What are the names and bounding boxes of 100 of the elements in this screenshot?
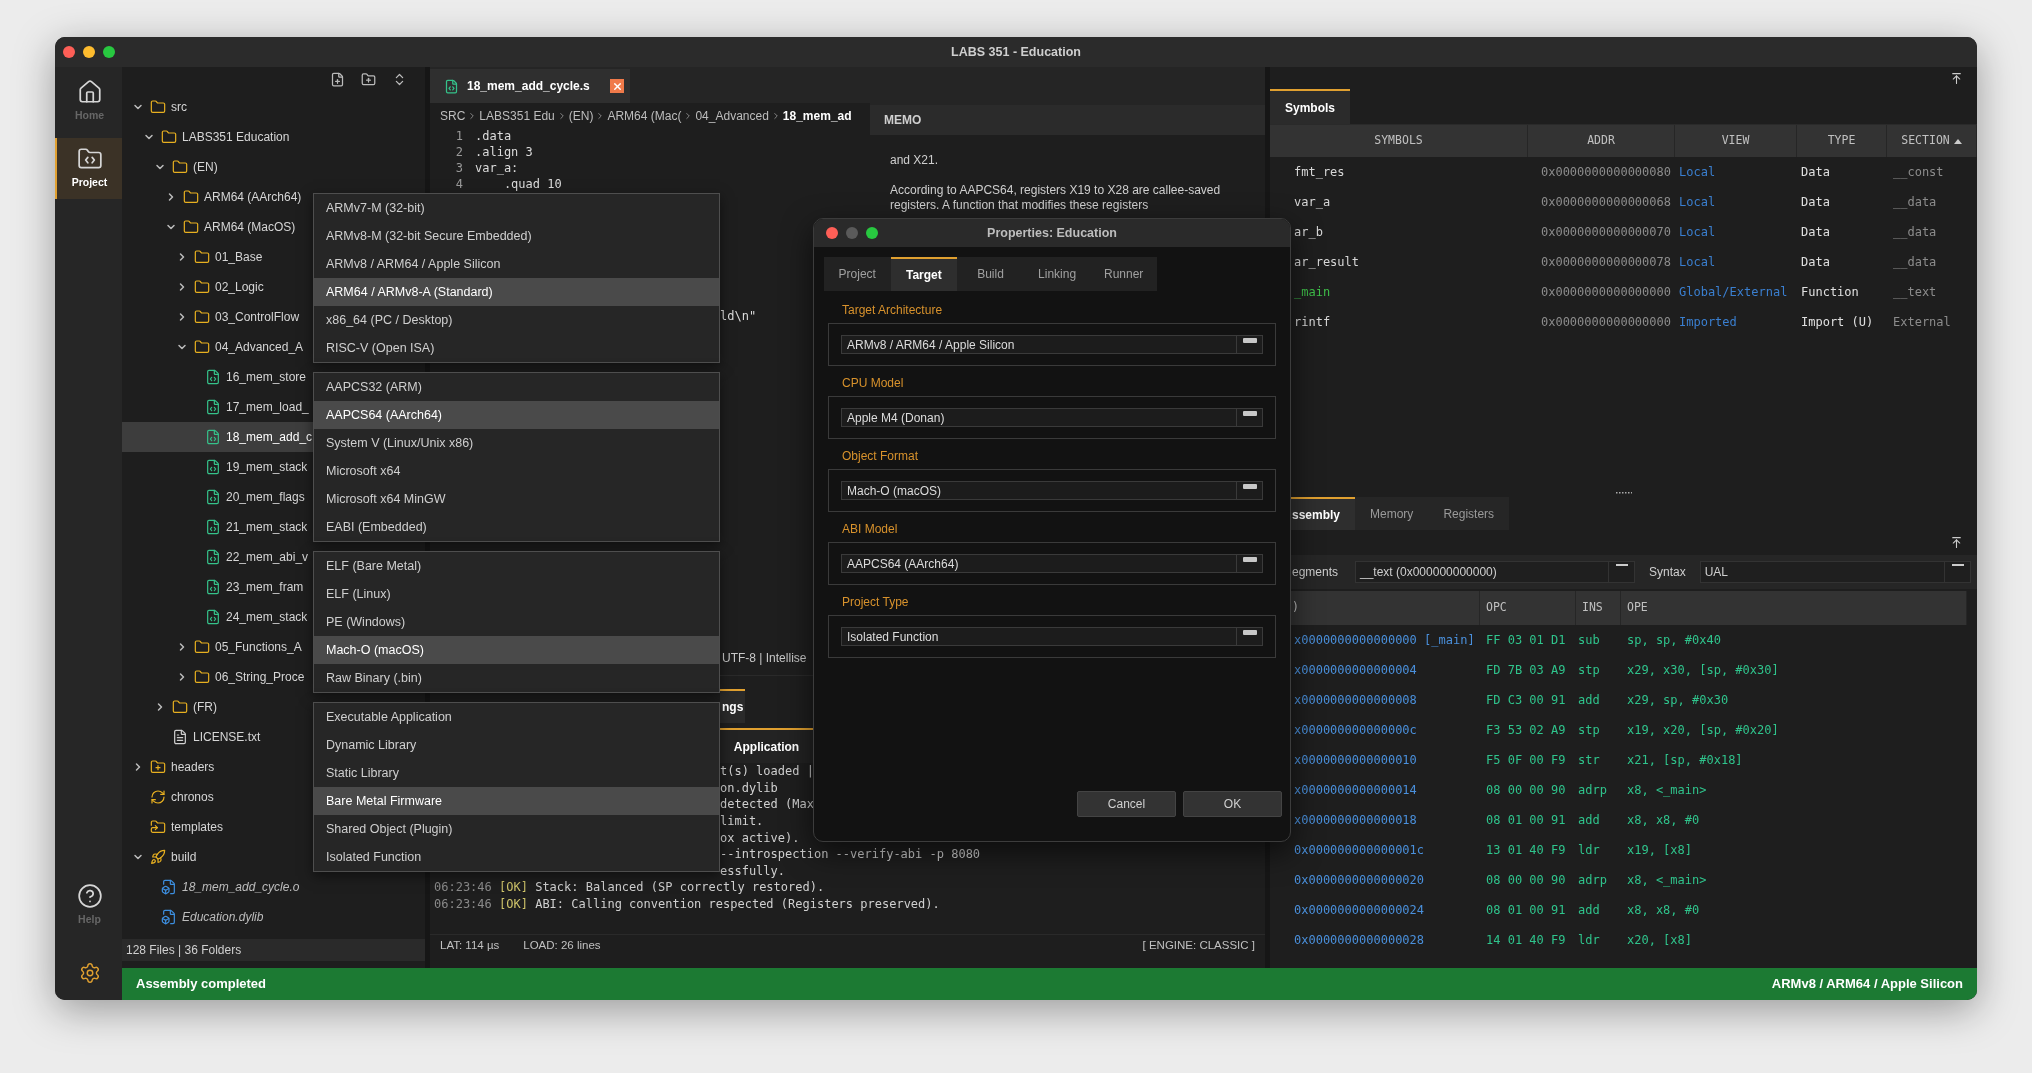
dropdown-handle-icon <box>1615 564 1628 566</box>
dialog-tab[interactable]: Build <box>957 257 1024 291</box>
code-file-icon <box>205 429 221 445</box>
menu-item[interactable]: EABI (Embedded) <box>314 513 719 541</box>
table-cell-text: 08 00 00 90 <box>1485 872 1567 889</box>
menu-item[interactable]: x86_64 (PC / Desktop) <box>314 306 719 334</box>
table-cell-text: x19, [x8] <box>1626 842 1694 859</box>
dialog-button[interactable]: OK <box>1183 791 1282 817</box>
column-header[interactable]: OPE <box>1621 591 1967 625</box>
menu-item[interactable]: Bare Metal Firmware <box>314 787 719 815</box>
menu-item[interactable]: ARM64 / ARMv8-A (Standard) <box>314 278 719 306</box>
table-cell-text: x8, x8, #0 <box>1626 902 1701 919</box>
table-cell-text: __data <box>1892 194 1938 211</box>
table-cell-text: stp <box>1577 722 1601 739</box>
folder-code-icon <box>76 145 103 172</box>
close-window-button[interactable] <box>826 227 838 239</box>
status-message: Assembly completed <box>136 975 267 994</box>
select-field[interactable]: Isolated Function <box>841 627 1263 646</box>
new-file-icon[interactable] <box>330 72 345 87</box>
menu-item[interactable]: PE (Windows) <box>314 608 719 636</box>
menu-item[interactable]: RISC-V (Open ISA) <box>314 334 719 362</box>
dropdown-handle-icon <box>1951 564 1964 566</box>
column-header[interactable]: ADDR <box>1528 125 1675 157</box>
menu-item[interactable]: Shared Object (Plugin) <box>314 815 719 843</box>
editor-tab[interactable]: 18_mem_add_cycle.s <box>430 69 630 103</box>
rocket-icon <box>150 849 166 865</box>
select-field[interactable]: UAL <box>1699 561 1971 583</box>
table-cell-text: add <box>1577 902 1601 919</box>
breadcrumb-item[interactable]: SRC <box>440 106 466 125</box>
dialog-tab[interactable]: Linking <box>1023 257 1091 291</box>
breadcrumb-item[interactable]: 18_mem_ad <box>782 106 852 125</box>
table-cell-text: F5 0F 00 F9 <box>1485 752 1567 769</box>
tree-item[interactable]: LABS351 Education <box>122 122 425 152</box>
select-field[interactable]: Mach-O (macOS) <box>841 481 1263 500</box>
dialog-tab[interactable]: Target <box>890 257 958 291</box>
menu-item[interactable]: ELF (Linux) <box>314 580 719 608</box>
tree-item[interactable]: (EN) <box>122 152 425 182</box>
breadcrumb-item[interactable]: (EN) <box>568 106 594 125</box>
folder-icon <box>194 309 210 325</box>
activity-item[interactable]: Project <box>55 137 122 199</box>
code-file-icon <box>205 579 221 595</box>
dialog-tab[interactable]: Project <box>824 257 891 291</box>
table-cell-text: ldr <box>1577 842 1601 859</box>
upload-icon[interactable] <box>1950 72 1963 85</box>
maximize-window-button[interactable] <box>103 46 115 58</box>
select-field[interactable]: Apple M4 (Donan) <box>841 408 1263 427</box>
column-header[interactable]: SECTION <box>1887 125 1977 157</box>
panel-tab[interactable]: Registers <box>1428 497 1510 530</box>
menu-item[interactable]: AAPCS64 (AArch64) <box>314 401 719 429</box>
maximize-window-button[interactable] <box>866 227 878 239</box>
menu-item[interactable]: Microsoft x64 <box>314 457 719 485</box>
folder-icon <box>183 189 199 205</box>
breadcrumb-item[interactable]: LABS351 Edu <box>479 106 555 125</box>
menu-item[interactable]: ELF (Bare Metal) <box>314 552 719 580</box>
select-field[interactable]: ARMv8 / ARM64 / Apple Silicon <box>841 335 1263 354</box>
select-field[interactable]: AAPCS64 (AArch64) <box>841 554 1263 573</box>
menu-item[interactable]: Executable Application <box>314 703 719 731</box>
dialog-button[interactable]: Cancel <box>1077 791 1176 817</box>
code-file-icon <box>205 369 221 385</box>
panel-tab[interactable]: Memory <box>1355 497 1429 530</box>
table-cell-text: Data <box>1800 194 1831 211</box>
tree-item[interactable]: 18_mem_add_cycle.o <box>122 872 425 902</box>
panel-tab[interactable]: ngs <box>720 689 746 723</box>
dialog-tab[interactable]: Runner <box>1090 257 1157 291</box>
column-header[interactable]: SYMBOLS <box>1270 125 1528 157</box>
column-header[interactable]: TYPE <box>1797 125 1887 157</box>
menu-item[interactable]: Mach-O (macOS) <box>314 636 719 664</box>
menu-item[interactable]: Raw Binary (.bin) <box>314 664 719 692</box>
table-cell-text: 0x000000000000001c <box>1293 842 1426 859</box>
upload-icon[interactable] <box>1950 536 1963 549</box>
table-cell-text: __data <box>1892 224 1938 241</box>
panel-tab[interactable]: Application <box>720 728 813 763</box>
tree-item[interactable]: Education.dylib <box>122 902 425 932</box>
close-icon[interactable] <box>610 79 624 93</box>
menu-item[interactable]: ARMv7-M (32-bit) <box>314 194 719 222</box>
resize-grip-icon[interactable] <box>1615 491 1632 494</box>
refresh-icon <box>150 789 166 805</box>
column-header[interactable]: VIEW <box>1675 125 1797 157</box>
breadcrumb-item[interactable]: 04_Advanced <box>695 106 769 125</box>
sort-ascending-icon <box>1953 138 1962 144</box>
table-cell-text: x8, <_main> <box>1626 782 1708 799</box>
close-window-button[interactable] <box>63 46 75 58</box>
menu-item[interactable]: ARMv8 / ARM64 / Apple Silicon <box>314 250 719 278</box>
breadcrumb-item[interactable]: ARM64 (Mac( <box>607 106 682 125</box>
menu-item[interactable]: ARMv8-M (32-bit Secure Embedded) <box>314 222 719 250</box>
menu-item[interactable]: Microsoft x64 MinGW <box>314 485 719 513</box>
panel-tab[interactable]: Symbols <box>1270 89 1350 124</box>
column-header[interactable]: OPC <box>1480 591 1576 625</box>
engine-label: [ ENGINE: CLASSIC ] <box>1142 937 1255 953</box>
menu-item[interactable]: Dynamic Library <box>314 731 719 759</box>
minimize-window-button[interactable] <box>83 46 95 58</box>
table-cell-text: x0000000000000004 <box>1293 662 1418 679</box>
menu-item[interactable]: AAPCS32 (ARM) <box>314 373 719 401</box>
dropdown-handle-icon <box>1242 411 1257 416</box>
menu-item[interactable]: Static Library <box>314 759 719 787</box>
tree-item[interactable]: src <box>122 92 425 122</box>
select-field[interactable]: __text (0x000000000000) <box>1355 561 1635 583</box>
column-header[interactable]: INS <box>1576 591 1621 625</box>
new-folder-icon[interactable] <box>361 72 376 87</box>
menu-item[interactable]: Isolated Function <box>314 843 719 871</box>
